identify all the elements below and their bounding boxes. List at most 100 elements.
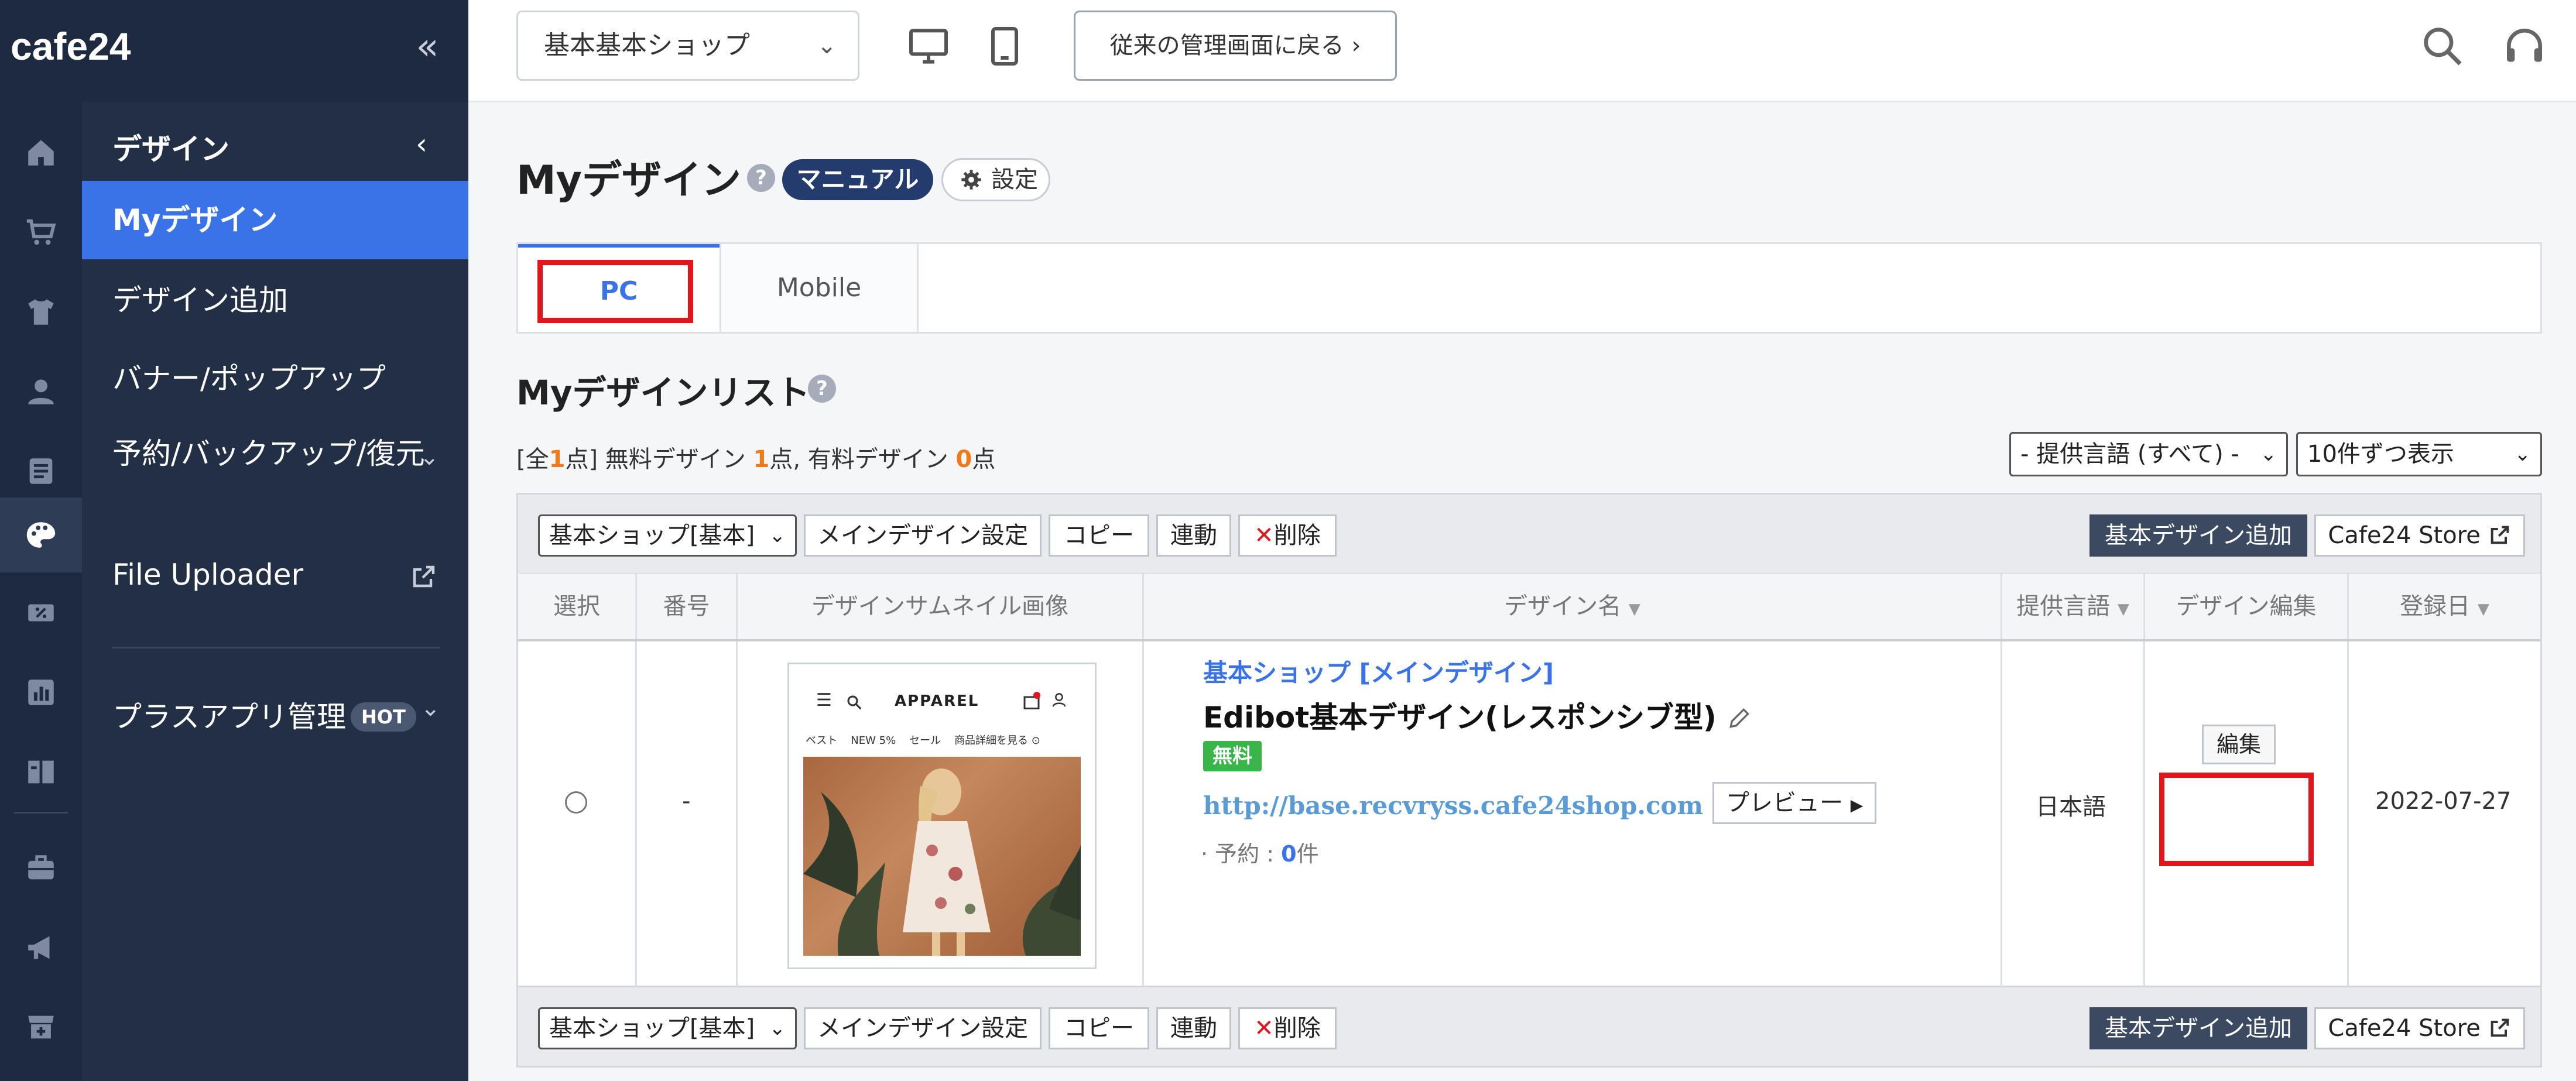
chevron-down-icon: ⌄ [419, 444, 439, 471]
delete-button[interactable]: ✕削除 [1238, 1007, 1337, 1049]
board-icon[interactable] [14, 444, 68, 498]
hot-badge: HOT [351, 702, 416, 732]
briefcase-icon[interactable] [14, 841, 68, 895]
chart-icon[interactable] [14, 665, 68, 719]
subnav-item-my-design[interactable]: Myデザイン [82, 181, 468, 259]
chevron-down-icon: ⌄ [817, 32, 837, 59]
column-header-language[interactable]: 提供言語 ▼ [2002, 574, 2145, 639]
design-list-title: Myデザインリスト [516, 373, 810, 413]
row-language: 日本語 [2036, 794, 2106, 821]
column-header-thumbnail: デザインサムネイル画像 [738, 574, 1144, 639]
subnav-item-plus-app[interactable]: プラスアプリ管理 HOT ⌄ [82, 694, 468, 736]
help-icon[interactable]: ? [747, 164, 775, 192]
delete-button[interactable]: ✕削除 [1238, 514, 1337, 557]
row-date: 2022-07-27 [2375, 788, 2512, 815]
shop-filter-select[interactable]: 基本ショップ[基本] ⌄ [538, 514, 797, 557]
cart-icon[interactable] [14, 205, 68, 259]
column-header-design-name[interactable]: デザイン名 ▼ [1144, 574, 2002, 639]
legacy-admin-button[interactable]: 従来の管理画面に戻る › [1074, 11, 1397, 81]
subnav-item-backup[interactable]: 予約/バックアップ/復元 ⌄ [82, 434, 439, 473]
page-title: Myデザイン [516, 157, 741, 204]
store-add-icon[interactable] [14, 1000, 68, 1054]
cafe24-store-button[interactable]: Cafe24 Store [2314, 514, 2525, 557]
shop-main-design-label[interactable]: 基本ショップ [メインデザイン] [1203, 653, 1554, 689]
highlight-box-pc-tab [537, 260, 693, 323]
language-filter-select[interactable]: - 提供言語 (すべて) - ⌄ [2009, 432, 2288, 476]
home-icon[interactable] [14, 126, 68, 180]
cafe24-logo[interactable]: cafe24 [11, 25, 198, 69]
design-thumbnail[interactable]: ☰ APPAREL ベスト NEW 5% セール 商品詳細を見る ⊙ [787, 663, 1097, 969]
sort-down-icon: ▼ [2477, 600, 2489, 618]
edit-design-button[interactable]: 編集 [2202, 725, 2276, 764]
copy-button[interactable]: コピー [1049, 1007, 1149, 1049]
cafe24-store-button[interactable]: Cafe24 Store [2314, 1007, 2525, 1049]
external-link-icon [2491, 1018, 2509, 1037]
add-basic-design-button[interactable]: 基本デザイン追加 [2089, 514, 2307, 557]
highlight-box-edit [2159, 773, 2314, 866]
column-header-select: 選択 [518, 574, 637, 639]
desktop-view-icon[interactable] [905, 21, 952, 71]
preview-button[interactable]: プレビュー ▶ [1712, 782, 1876, 824]
sort-down-icon: ▼ [2117, 600, 2129, 618]
row-number: - [682, 788, 691, 815]
external-link-icon [2491, 526, 2509, 544]
chevron-down-icon: ⌄ [769, 1017, 786, 1040]
mobile-view-icon[interactable] [981, 21, 1028, 71]
subnav-item-add-design[interactable]: デザイン追加 [82, 277, 468, 319]
subnav-item-banner-popup[interactable]: バナー/ポップアップ [82, 355, 468, 397]
palette-icon[interactable] [0, 497, 82, 572]
column-header-number: 番号 [637, 574, 738, 639]
design-subnav: デザイン ‹ Myデザイン デザイン追加 バナー/ポップアップ 予約/バックアッ… [82, 102, 468, 1081]
chevron-right-icon: › [1351, 32, 1361, 59]
manual-button[interactable]: マニュアル [782, 159, 933, 200]
link-button[interactable]: 連動 [1156, 514, 1231, 557]
copy-button[interactable]: コピー [1049, 514, 1149, 557]
close-icon: ✕ [1254, 522, 1274, 549]
shop-select[interactable]: 基本基本ショップ ⌄ [516, 11, 859, 81]
column-header-date[interactable]: 登録日 ▼ [2349, 574, 2540, 639]
design-name: Edibot基本デザイン(レスポンシブ型) [1203, 694, 1752, 736]
design-count-summary: [全1点] 無料デザイン 1点, 有料デザイン 0点 [516, 446, 996, 473]
help-icon[interactable]: ? [808, 375, 836, 403]
subnav-divider [112, 647, 440, 648]
subnav-collapse-icon[interactable]: ‹ [416, 127, 427, 161]
design-toolbar-bottom: 基本ショップ[基本] ⌄ メインデザイン設定 コピー 連動 ✕削除 基本デザイン追… [516, 986, 2542, 1068]
subnav-title: デザイン [112, 132, 229, 166]
main-design-setting-button[interactable]: メインデザイン設定 [804, 514, 1042, 557]
settings-button[interactable]: 設定 [941, 158, 1050, 201]
book-icon[interactable] [14, 745, 68, 799]
chevron-down-icon: ⌄ [420, 695, 440, 722]
free-badge: 無料 [1203, 741, 1262, 771]
gear-icon [961, 170, 981, 190]
reservation-count: · 予約 : 0件 [1201, 841, 1319, 867]
pencil-icon[interactable] [1727, 705, 1752, 731]
collapse-sidebar-button[interactable]: « [410, 25, 445, 69]
per-page-select[interactable]: 10件ずつ表示 ⌄ [2296, 432, 2542, 476]
search-icon[interactable] [2419, 21, 2466, 71]
megaphone-icon[interactable] [14, 921, 68, 974]
row-select-radio[interactable] [565, 791, 587, 814]
table-header: 選択 番号 デザインサムネイル画像 デザイン名 ▼ 提供言語 ▼ デザイン編集 … [518, 574, 2540, 641]
shop-filter-select[interactable]: 基本ショップ[基本] ⌄ [538, 1007, 797, 1049]
thumbnail-photo [803, 757, 1081, 956]
icon-rail [0, 102, 82, 1081]
external-link-icon [413, 565, 435, 588]
search-icon [847, 695, 862, 710]
cart-icon [1023, 692, 1040, 709]
chevron-down-icon: ⌄ [769, 524, 786, 547]
user-icon[interactable] [14, 365, 68, 418]
main-design-setting-button[interactable]: メインデザイン設定 [804, 1007, 1042, 1049]
tshirt-icon[interactable] [14, 285, 68, 339]
headset-icon[interactable] [2501, 21, 2548, 71]
sort-down-icon: ▼ [1628, 600, 1640, 618]
subnav-item-file-uploader[interactable]: File Uploader [82, 558, 468, 592]
rail-divider [14, 812, 68, 814]
link-button[interactable]: 連動 [1156, 1007, 1231, 1049]
thumbnail-brand: APPAREL [895, 692, 979, 710]
user-icon [1052, 693, 1066, 707]
add-basic-design-button[interactable]: 基本デザイン追加 [2089, 1007, 2307, 1049]
shop-url-link[interactable]: http://base.recvryss.cafe24shop.com [1203, 791, 1703, 820]
coupon-icon[interactable] [14, 586, 68, 640]
chevron-down-icon: ⌄ [2514, 442, 2532, 466]
tab-mobile[interactable]: Mobile [720, 244, 919, 332]
